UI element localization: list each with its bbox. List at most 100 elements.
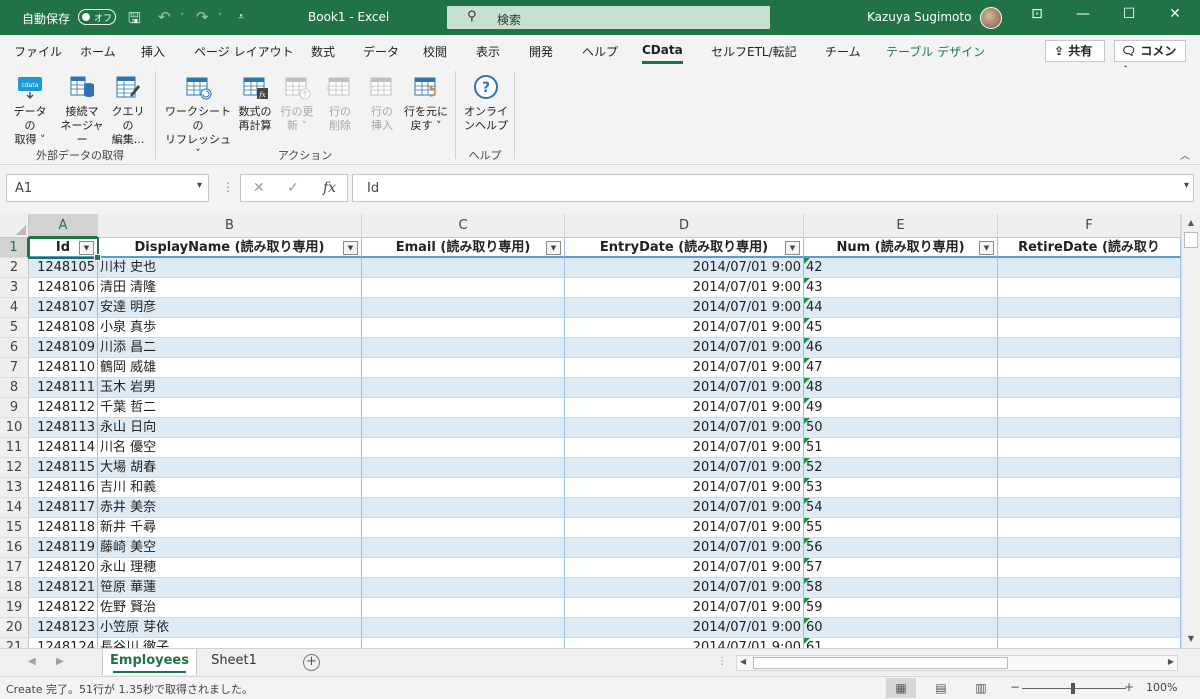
enter-icon[interactable]: ✓ [287, 180, 299, 196]
row-header[interactable]: 20 [0, 618, 29, 638]
scroll-thumb[interactable] [753, 657, 1008, 669]
table-cell[interactable]: 1248111 [29, 378, 98, 398]
table-cell[interactable] [362, 458, 565, 478]
table-cell[interactable] [998, 318, 1181, 338]
table-cell[interactable]: 1248121 [29, 578, 98, 598]
table-cell[interactable]: 玉木 岩男 [98, 378, 362, 398]
tab-7[interactable]: 表示 [476, 43, 500, 60]
table-cell[interactable] [998, 378, 1181, 398]
table-cell[interactable]: 大場 胡春 [98, 458, 362, 478]
table-cell[interactable] [362, 278, 565, 298]
insert-row-button[interactable]: 行の 挿入 [364, 73, 400, 133]
scroll-left-icon[interactable]: ◀ [740, 657, 746, 666]
table-cell[interactable]: 清田 清隆 [98, 278, 362, 298]
recalc-formula-button[interactable]: fx 数式の 再計算 [236, 73, 274, 133]
column-header-f[interactable]: F [998, 214, 1181, 238]
table-cell[interactable]: 58 [804, 578, 998, 598]
zoom-in-icon[interactable]: + [1124, 680, 1134, 694]
page-break-view-icon[interactable]: ▥ [966, 678, 996, 698]
table-cell[interactable]: 安達 明彦 [98, 298, 362, 318]
table-cell[interactable]: 2014/07/01 9:00 [565, 598, 804, 618]
table-cell[interactable] [998, 538, 1181, 558]
table-cell[interactable] [998, 298, 1181, 318]
table-cell[interactable]: 1248110 [29, 358, 98, 378]
table-cell[interactable]: 小笠原 芽依 [98, 618, 362, 638]
chevron-down-icon[interactable]: ▾ [197, 180, 202, 191]
insert-function-icon[interactable]: fx [323, 180, 336, 196]
row-header[interactable]: 8 [0, 378, 29, 398]
table-cell[interactable] [362, 258, 565, 278]
table-cell[interactable]: 57 [804, 558, 998, 578]
table-cell[interactable]: 吉川 和義 [98, 478, 362, 498]
row-header[interactable]: 4 [0, 298, 29, 318]
table-cell[interactable] [362, 478, 565, 498]
page-layout-view-icon[interactable]: ▤ [926, 678, 956, 698]
table-cell[interactable]: 永山 日向 [98, 418, 362, 438]
table-cell[interactable]: 1248123 [29, 618, 98, 638]
filter-dropdown-icon[interactable]: ▼ [546, 241, 561, 255]
table-cell[interactable]: 2014/07/01 9:00 [565, 538, 804, 558]
table-cell[interactable]: 藤崎 美空 [98, 538, 362, 558]
table-cell[interactable]: 長谷川 徹子 [98, 638, 362, 648]
autosave-toggle[interactable]: オフ [78, 9, 116, 25]
splitter-dots-icon[interactable]: ⋮ [222, 180, 234, 194]
tab-5[interactable]: データ [363, 43, 399, 60]
filter-dropdown-icon[interactable]: ▼ [343, 241, 358, 255]
tab-10[interactable]: CData [642, 43, 683, 64]
table-cell[interactable]: 50 [804, 418, 998, 438]
column-header-b[interactable]: B [98, 214, 362, 238]
redo-dropdown-icon[interactable]: ˅ [218, 13, 223, 23]
table-header-cell[interactable]: EntryDate (読み取り専用) [565, 238, 804, 258]
tab-3[interactable]: ページ レイアウト [194, 43, 294, 60]
table-cell[interactable] [362, 598, 565, 618]
table-cell[interactable]: 2014/07/01 9:00 [565, 478, 804, 498]
scroll-down-icon[interactable]: ▼ [1184, 632, 1198, 646]
table-cell[interactable]: 2014/07/01 9:00 [565, 258, 804, 278]
cancel-icon[interactable]: ✕ [253, 180, 265, 196]
table-cell[interactable] [998, 358, 1181, 378]
row-header[interactable]: 17 [0, 558, 29, 578]
table-cell[interactable]: 55 [804, 518, 998, 538]
user-name[interactable]: Kazuya Sugimoto [867, 10, 971, 24]
table-cell[interactable]: 1248107 [29, 298, 98, 318]
table-cell[interactable]: 2014/07/01 9:00 [565, 398, 804, 418]
table-cell[interactable]: 1248120 [29, 558, 98, 578]
table-cell[interactable]: 2014/07/01 9:00 [565, 378, 804, 398]
update-row-button[interactable]: 行の更新 ˅ [279, 73, 315, 133]
row-header[interactable]: 3 [0, 278, 29, 298]
table-cell[interactable]: 小泉 真歩 [98, 318, 362, 338]
table-cell[interactable]: 1248118 [29, 518, 98, 538]
scroll-up-icon[interactable]: ▲ [1184, 216, 1198, 230]
name-box[interactable]: A1 ▾ [6, 174, 209, 202]
table-cell[interactable]: 1248119 [29, 538, 98, 558]
table-cell[interactable]: 54 [804, 498, 998, 518]
table-cell[interactable] [362, 438, 565, 458]
table-cell[interactable]: 46 [804, 338, 998, 358]
row-header[interactable]: 6 [0, 338, 29, 358]
ribbon-display-icon[interactable]: ⊡ [1022, 6, 1052, 22]
connection-manager-button[interactable]: 接続マ ネージャー [59, 73, 105, 147]
table-cell[interactable] [362, 358, 565, 378]
redo-icon[interactable]: ↷ [196, 8, 209, 26]
column-header-d[interactable]: D [565, 214, 804, 238]
zoom-slider[interactable]: − + [1010, 680, 1134, 695]
online-help-button[interactable]: ? オンライ ンヘルプ [464, 73, 508, 133]
table-cell[interactable] [998, 578, 1181, 598]
zoom-knob[interactable] [1071, 683, 1075, 694]
add-sheet-button[interactable]: + [303, 654, 320, 671]
table-cell[interactable]: 44 [804, 298, 998, 318]
table-cell[interactable]: 1248108 [29, 318, 98, 338]
table-cell[interactable]: 59 [804, 598, 998, 618]
vertical-scrollbar[interactable]: ▲ ▼ [1181, 214, 1200, 648]
table-cell[interactable] [998, 258, 1181, 278]
table-cell[interactable]: 鶴岡 威雄 [98, 358, 362, 378]
table-cell[interactable]: 45 [804, 318, 998, 338]
table-cell[interactable]: 1248122 [29, 598, 98, 618]
row-header[interactable]: 2 [0, 258, 29, 278]
table-cell[interactable]: 1248114 [29, 438, 98, 458]
delete-row-button[interactable]: 行の 削除 [322, 73, 358, 133]
close-icon[interactable]: ✕ [1160, 6, 1190, 22]
table-cell[interactable]: 2014/07/01 9:00 [565, 338, 804, 358]
table-cell[interactable]: 1248113 [29, 418, 98, 438]
table-cell[interactable]: 笹原 華蓮 [98, 578, 362, 598]
